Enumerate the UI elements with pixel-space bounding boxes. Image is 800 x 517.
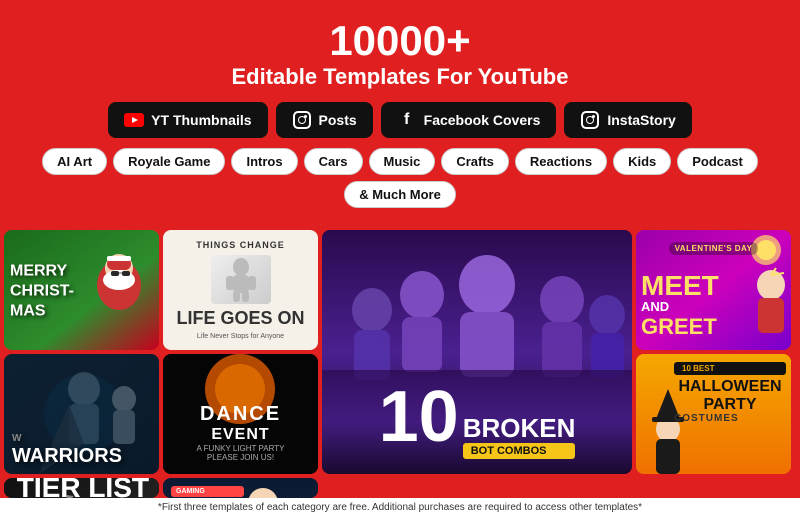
hero-title: 10000+ [10,18,790,64]
category-royale-game[interactable]: Royale Game [113,148,225,175]
life-figure-svg [216,257,266,302]
category-crafts[interactable]: Crafts [441,148,509,175]
dance-text-area: DANCE EVENT A FUNKY LIGHT PARTY PLEASE J… [163,363,318,462]
tier-list-template[interactable]: TIER LIST [4,478,159,498]
valentine-top-text: VALENTINE'S DAY [669,242,759,255]
halloween-content: 10 BEST HALLOWEEN PARTY COSTUMES [674,362,786,424]
valentine-main-text: MEET AND GREET [641,273,719,341]
valentine-top-badge: VALENTINE'S DAY [636,238,791,256]
vr-review-template[interactable]: GAMING VR TECH REVIEW [163,478,318,498]
category-kids[interactable]: Kids [613,148,671,175]
category-more[interactable]: & Much More [344,181,456,208]
broken-word: BROKEN [463,415,576,441]
yt-thumbnails-button[interactable]: YT Thumbnails [108,102,267,138]
broken-badge: BOT COMBOS [463,443,576,459]
dance-subtitle: EVENT [163,426,318,444]
footer-text: *First three templates of each category … [158,502,642,513]
halloween-badge: 10 BEST [674,362,786,375]
dance-detail2: PLEASE JOIN US! [163,453,318,462]
instagram-icon-2 [580,110,600,130]
life-main-text: LIFE GOES ON [176,309,304,329]
valentine-and: AND [641,299,719,314]
facebook-covers-button[interactable]: f Facebook Covers [381,102,557,138]
category-pills-row: AI Art Royale Game Intros Cars Music Cra… [10,148,790,208]
category-intros[interactable]: Intros [231,148,297,175]
halloween-title: HALLOWEEN PARTY [674,378,786,413]
tier-text-area: TIER LIST [17,478,149,498]
dance-detail: A FUNKY LIGHT PARTY [163,444,318,453]
valentines-template[interactable]: VALENTINE'S DAY MEET AND GREET [636,230,791,350]
broken-title-area: 10 BROKEN BOT COMBOS [322,385,632,459]
christmas-template[interactable]: MERRYCHRIST-MAS [4,230,159,350]
life-goes-on-template[interactable]: THINGS CHANGE LIFE GOES ON Life Never St… [163,230,318,350]
broken-text-group: BROKEN BOT COMBOS [463,415,576,459]
facebook-icon: f [397,110,417,130]
category-reactions[interactable]: Reactions [515,148,607,175]
life-top-text: THINGS CHANGE [196,240,285,250]
instagram-icon [292,110,312,130]
footer: *First three templates of each category … [0,498,800,517]
halloween-template[interactable]: 10 BEST HALLOWEEN PARTY COSTUMES [636,354,791,474]
dance-event-template[interactable]: DANCE EVENT A FUNKY LIGHT PARTY PLEASE J… [163,354,318,474]
hero-subtitle: Editable Templates For YouTube [10,64,790,90]
warriors-text: W WARRIORS [12,434,122,466]
valentine-meet: MEET [641,273,719,300]
life-image [211,255,271,304]
vr-content: GAMING VR TECH REVIEW [171,486,244,498]
category-ai-art[interactable]: AI Art [42,148,107,175]
youtube-icon [124,110,144,130]
instastory-button[interactable]: InstaStory [564,102,691,138]
broken-number: 10 [379,385,459,450]
christmas-text: MERRYCHRIST-MAS [10,260,74,319]
category-cars[interactable]: Cars [304,148,363,175]
life-sub-text: Life Never Stops for Anyone [197,333,284,340]
posts-button[interactable]: Posts [276,102,373,138]
header-section: 10000+ Editable Templates For YouTube YT… [0,0,800,230]
category-podcast[interactable]: Podcast [677,148,758,175]
dance-title: DANCE [163,403,318,426]
tier-text: TIER LIST [17,478,149,498]
platform-buttons-row: YT Thumbnails Posts f Facebook Covers [10,102,790,138]
valentine-greet: GREET [641,314,719,340]
broken-bot-combos-template[interactable]: 10 BROKEN BOT COMBOS [322,230,632,474]
halloween-sub: COSTUMES [674,413,786,424]
warriors-template[interactable]: W WARRIORS [4,354,159,474]
vr-badge: GAMING [171,486,244,497]
category-music[interactable]: Music [369,148,436,175]
templates-grid: MERRYCHRIST-MAS THINGS CHANGE LIFE GOES … [0,230,800,498]
